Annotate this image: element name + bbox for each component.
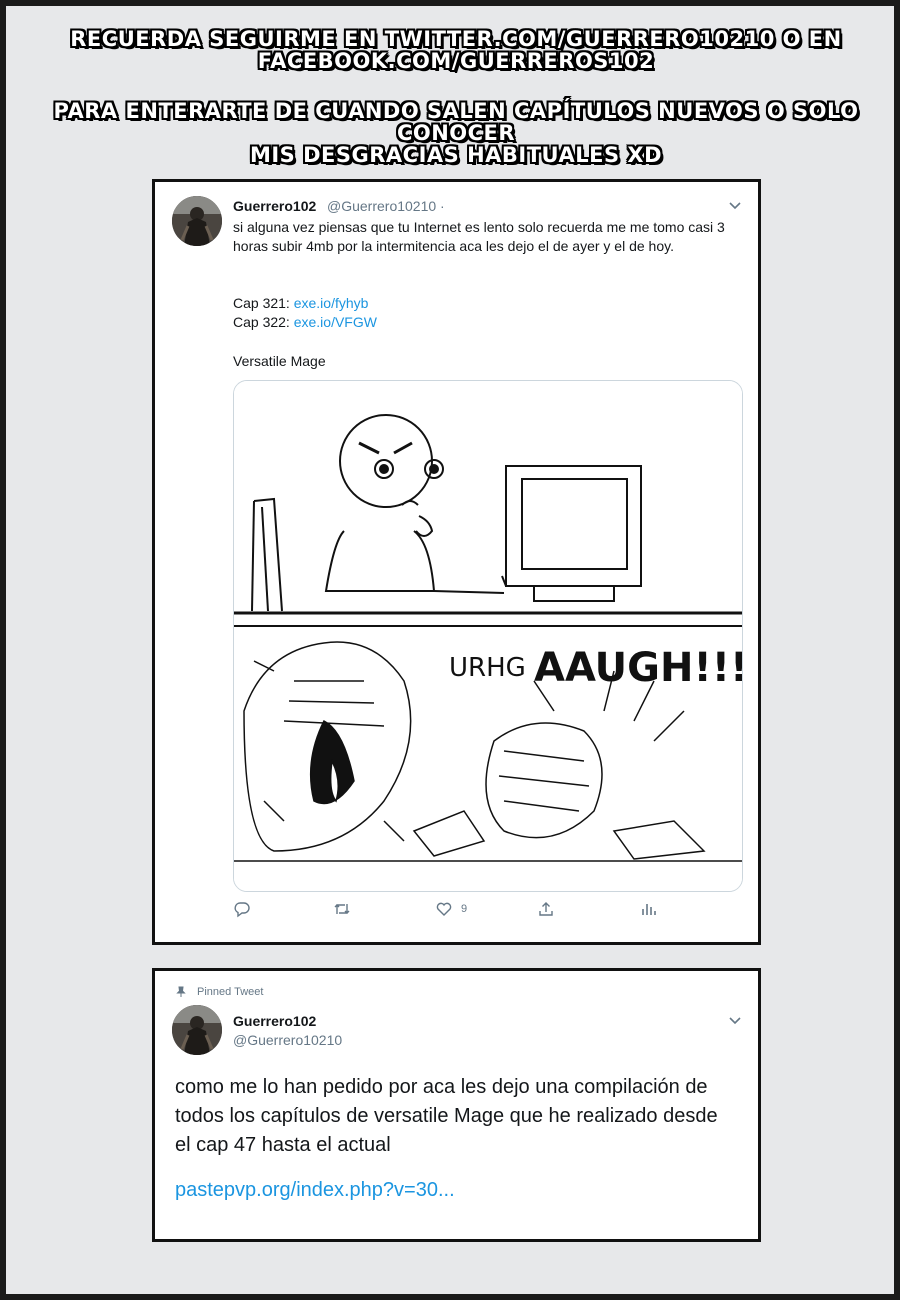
cap-321-label: Cap 321: <box>233 295 294 311</box>
analytics-button[interactable] <box>639 898 657 920</box>
cap-321-line: Cap 321: exe.io/fyhyb <box>233 294 368 313</box>
share-button[interactable] <box>537 898 555 920</box>
meme-text-urhg: URHG <box>449 653 526 683</box>
banner-line-4: MIS DESGRACIAS HABITUALES XD <box>249 143 663 167</box>
author-handle[interactable]: @Guerrero10210 <box>233 1032 342 1048</box>
cap-321-link[interactable]: exe.io/fyhyb <box>294 295 369 311</box>
cap-322-line: Cap 322: exe.io/VFGW <box>233 313 377 332</box>
avatar[interactable] <box>172 1005 222 1055</box>
banner-follow-text: RECUERDA SEGUIRME EN TWITTER.COM/GUERRER… <box>6 28 900 72</box>
pinned-tweet-text: como me lo han pedido por aca les dejo u… <box>175 1076 718 1156</box>
share-icon <box>539 902 553 916</box>
meme-image[interactable]: URHG AAUGH!!! <box>233 380 743 892</box>
compilation-link[interactable]: pastepvp.org/index.php?v=30... <box>175 1179 455 1202</box>
cap-322-link[interactable]: exe.io/VFGW <box>294 314 377 330</box>
cap-322-label: Cap 322: <box>233 314 294 330</box>
pin-icon <box>176 986 186 997</box>
tweet-actions: 9 <box>233 898 673 922</box>
meme-text-aaugh: AAUGH!!! <box>534 645 742 691</box>
chevron-down-icon[interactable] <box>727 197 743 213</box>
page: RECUERDA SEGUIRME EN TWITTER.COM/GUERRER… <box>0 0 900 1300</box>
analytics-icon <box>642 904 656 915</box>
pinned-tweet-card[interactable]: Pinned Tweet Guerrero102 @Guerrero10210 … <box>152 968 761 1242</box>
retweet-icon <box>334 904 350 914</box>
author-name[interactable]: Guerrero102 <box>233 198 316 214</box>
avatar[interactable] <box>172 196 222 246</box>
author-name[interactable]: Guerrero102 <box>233 1013 316 1029</box>
retweet-button[interactable] <box>333 898 351 920</box>
series-name: Versatile Mage <box>233 353 326 369</box>
heart-icon <box>436 902 452 916</box>
chevron-down-icon[interactable] <box>727 1012 743 1028</box>
banner-line-2: FACEBOOK.COM/GUERREROS102 <box>257 49 655 73</box>
author-handle[interactable]: @Guerrero10210 · <box>327 198 445 214</box>
reply-icon <box>234 902 250 918</box>
banner-info-text: PARA ENTERARTE DE CUANDO SALEN CAPÍTULOS… <box>6 100 900 166</box>
pinned-label: Pinned Tweet <box>197 986 264 998</box>
tweet-text: si alguna vez piensas que tu Internet es… <box>233 219 725 254</box>
banner-line-1: RECUERDA SEGUIRME EN TWITTER.COM/GUERRER… <box>70 27 842 51</box>
pinned-label-row: Pinned Tweet <box>175 986 263 998</box>
like-button[interactable]: 9 <box>435 898 467 920</box>
reply-button[interactable] <box>233 898 251 920</box>
banner-line-3: PARA ENTERARTE DE CUANDO SALEN CAPÍTULOS… <box>53 99 859 145</box>
tweet-card[interactable]: Guerrero102 @Guerrero10210 · si alguna v… <box>152 179 761 945</box>
like-count: 9 <box>461 903 468 915</box>
